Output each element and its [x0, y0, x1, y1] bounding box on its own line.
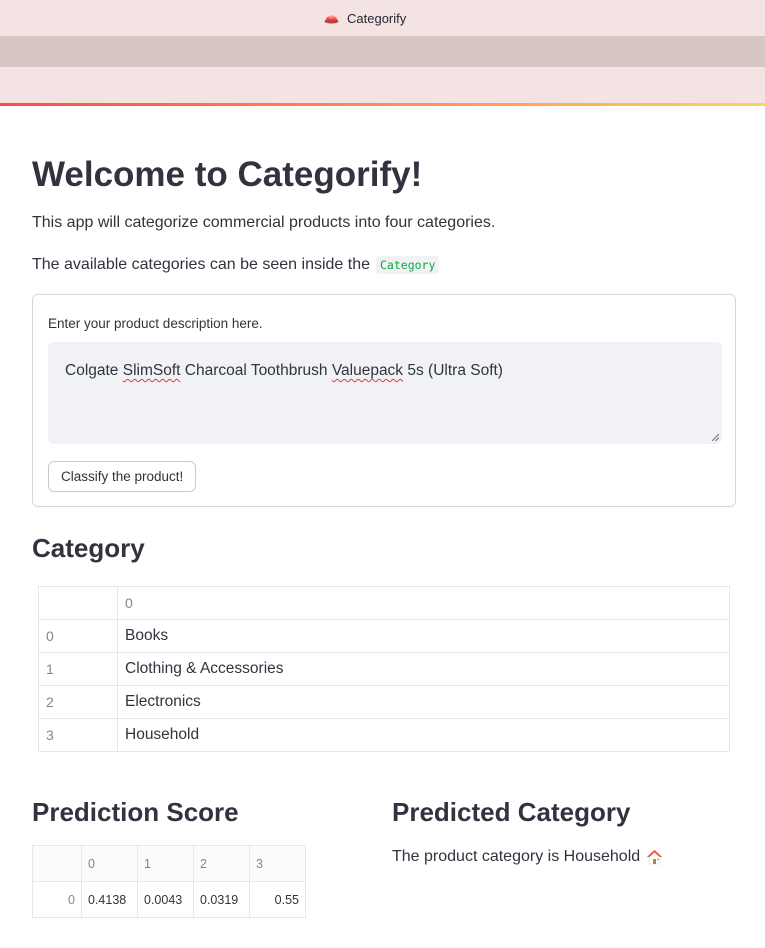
row-value: Household [117, 718, 730, 752]
input-text-part: Valuepack [331, 362, 404, 379]
input-text-part: Colgate [65, 362, 123, 379]
category-heading: Category [32, 533, 145, 563]
score-table: 0 1 2 3 0 0.4138 0.0043 0.0319 0.55 [32, 845, 306, 918]
row-value: Electronics [117, 685, 730, 719]
prediction-result: The product category is Household [392, 848, 663, 866]
row-index: 0 [38, 619, 118, 653]
table-row: 0 0.4138 0.0043 0.0319 0.55 [32, 881, 306, 918]
index-header [32, 845, 82, 882]
browser-tab[interactable]: Categorify [324, 9, 406, 27]
table-header-row: 0 [38, 586, 730, 620]
score-cell: 0.4138 [81, 881, 138, 918]
table-row: 2 Electronics [38, 685, 730, 719]
classify-button[interactable]: Classify the product! [48, 461, 197, 492]
category-hint: The available categories can be seen ins… [32, 256, 440, 274]
app-header [0, 67, 765, 103]
prediction-text: The product category is Household [392, 848, 641, 865]
category-hint-text: The available categories can be seen ins… [32, 256, 370, 273]
house-icon [646, 849, 663, 865]
score-cell: 0.55 [249, 881, 306, 918]
tab-title: Categorify [347, 10, 407, 26]
product-description-input[interactable]: Colgate SlimSoft Charcoal Toothbrush Val… [48, 342, 722, 444]
column-header: 1 [137, 845, 194, 882]
resize-handle-icon[interactable] [711, 433, 719, 441]
page-title: Welcome to Categorify! [32, 155, 423, 194]
streamlit-logo-icon [324, 15, 339, 24]
category-table: 0 0 Books 1 Clothing & Accessories 2 Ele… [38, 586, 730, 752]
column-header: 3 [249, 845, 306, 882]
category-code-ref: Category [376, 256, 440, 274]
index-header [38, 586, 118, 620]
row-index: 3 [38, 718, 118, 752]
header-decoration [0, 103, 765, 106]
table-header-row: 0 1 2 3 [32, 845, 306, 882]
score-cell: 0.0043 [137, 881, 194, 918]
intro-text: This app will categorize commercial prod… [32, 214, 496, 231]
input-text-part: 5s (Ultra Soft) [403, 362, 503, 379]
predicted-category-heading: Predicted Category [392, 797, 631, 827]
browser-tab-bar: Categorify [0, 0, 765, 36]
prediction-score-heading: Prediction Score [32, 797, 239, 827]
row-value: Books [117, 619, 730, 653]
table-row: 1 Clothing & Accessories [38, 652, 730, 686]
table-row: 3 Household [38, 718, 730, 752]
column-header: 2 [193, 845, 250, 882]
table-row: 0 Books [38, 619, 730, 653]
column-header: 0 [117, 586, 730, 620]
row-value: Clothing & Accessories [117, 652, 730, 686]
score-cell: 0.0319 [193, 881, 250, 918]
row-index: 0 [32, 881, 82, 918]
input-text-part: SlimSoft [122, 362, 181, 379]
input-text-part: Charcoal Toothbrush [180, 362, 332, 379]
description-label: Enter your product description here. [48, 316, 263, 331]
row-index: 2 [38, 685, 118, 719]
row-index: 1 [38, 652, 118, 686]
column-header: 0 [81, 845, 138, 882]
browser-toolbar [0, 36, 765, 67]
product-form: Enter your product description here. Col… [32, 294, 736, 507]
